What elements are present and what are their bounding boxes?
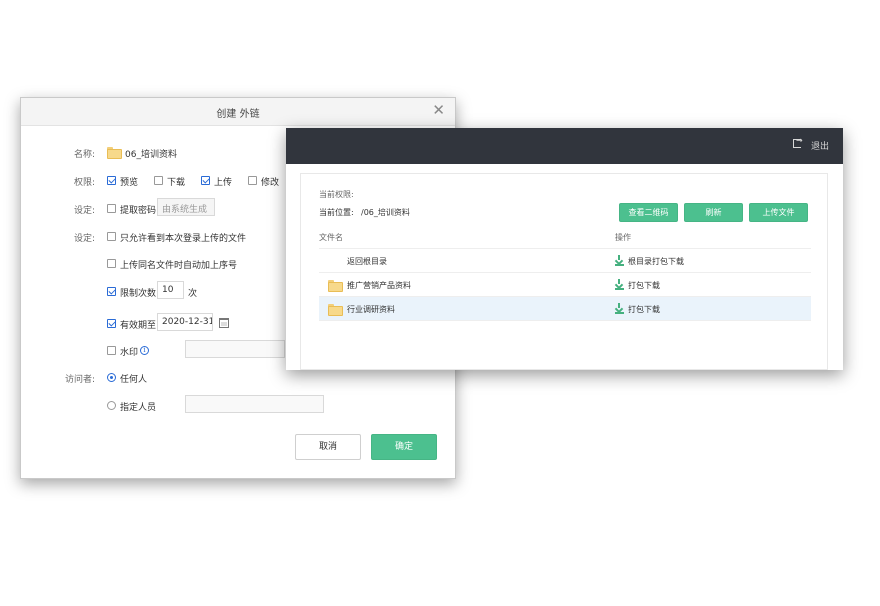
folder-icon (107, 147, 122, 159)
cancel-button[interactable]: 取消 (295, 434, 361, 460)
setting-label-password: 设定: (73, 206, 95, 216)
confirm-button[interactable]: 确定 (371, 434, 437, 460)
table-header: 文件名 操作 (319, 227, 811, 249)
visitor-specific-label: 指定人员 (120, 403, 157, 413)
permission-label: 权限: (73, 178, 95, 188)
table-row[interactable]: 行业调研资料 打包下载 (319, 297, 811, 321)
row-name[interactable]: 推广营销产品资料 (347, 280, 411, 291)
permission-download-label: 下载 (167, 178, 186, 188)
visitor-label: 访问者: (64, 375, 95, 385)
permission-upload-label: 上传 (214, 178, 233, 188)
auto-sequence-label: 上传同名文件时自动加上序号 (120, 261, 238, 271)
file-panel: 当前权限: 当前位置: /06_培训资料 查看二维码 刷新 上传文件 文件名 操… (300, 173, 828, 370)
table-row[interactable]: 推广营销产品资料 打包下载 (319, 273, 811, 297)
auto-sequence-checkbox[interactable] (107, 259, 116, 268)
current-location-value: /06_培训资料 (361, 208, 410, 217)
visitor-specific-input[interactable] (185, 395, 324, 413)
limit-count-checkbox[interactable] (107, 287, 116, 296)
permission-preview-label: 预览 (120, 178, 139, 188)
logout-icon[interactable] (793, 136, 803, 148)
visitor-anyone-label: 任何人 (120, 375, 148, 385)
logout-link[interactable]: 退出 (811, 139, 829, 152)
download-icon[interactable] (615, 303, 624, 312)
limit-count-label: 限制次数 (120, 289, 157, 299)
view-qrcode-button[interactable]: 查看二维码 (619, 203, 678, 222)
download-icon-base (615, 312, 624, 314)
watermark-checkbox[interactable] (107, 346, 116, 355)
permission-download-checkbox[interactable] (154, 176, 163, 185)
permission-upload-checkbox[interactable] (201, 176, 210, 185)
visitor-anyone-radio[interactable] (107, 373, 116, 382)
dialog-header: 创建 外链 ✕ (21, 98, 455, 126)
row-action[interactable]: 打包下载 (628, 304, 660, 315)
download-icon[interactable] (615, 279, 624, 288)
expiry-date-input[interactable]: 2020-12-31 (157, 313, 213, 331)
column-header-name: 文件名 (319, 233, 343, 242)
password-label: 提取密码 (120, 206, 157, 216)
calendar-icon[interactable] (219, 318, 229, 328)
name-label: 名称: (73, 150, 95, 160)
upload-file-button[interactable]: 上传文件 (749, 203, 808, 222)
only-own-uploads-label: 只允许看到本次登录上传的文件 (120, 234, 247, 244)
password-checkbox[interactable] (107, 204, 116, 213)
watermark-label: 水印 (120, 348, 139, 358)
permission-modify-label: 修改 (261, 178, 280, 188)
download-icon-base (615, 264, 624, 266)
name-value: 06_培训资料 (125, 150, 177, 160)
download-icon-base (615, 288, 624, 290)
top-bar: 退出 (286, 128, 843, 164)
row-action[interactable]: 打包下载 (628, 280, 660, 291)
row-name[interactable]: 返回根目录 (347, 256, 387, 267)
current-location-label: 当前位置: (319, 208, 354, 217)
column-header-action: 操作 (615, 233, 631, 242)
limit-count-input[interactable]: 10 (157, 281, 184, 299)
info-icon[interactable]: i (140, 346, 149, 355)
watermark-input[interactable] (185, 340, 285, 358)
limit-count-unit: 次 (188, 289, 198, 299)
permission-modify-checkbox[interactable] (248, 176, 257, 185)
folder-icon (328, 280, 343, 292)
dialog-title: 创建 外链 (216, 109, 260, 120)
expiry-checkbox[interactable] (107, 319, 116, 328)
file-browser-window: 退出 当前权限: 当前位置: /06_培训资料 查看二维码 刷新 上传文件 文件… (286, 128, 843, 370)
visitor-specific-radio[interactable] (107, 401, 116, 410)
row-name[interactable]: 行业调研资料 (347, 304, 395, 315)
permission-preview-checkbox[interactable] (107, 176, 116, 185)
close-icon[interactable]: ✕ (432, 102, 445, 118)
only-own-uploads-checkbox[interactable] (107, 232, 116, 241)
row-action[interactable]: 根目录打包下载 (628, 256, 684, 267)
refresh-button[interactable]: 刷新 (684, 203, 743, 222)
folder-icon (328, 304, 343, 316)
table-row[interactable]: 返回根目录 根目录打包下载 (319, 249, 811, 273)
expiry-label: 有效期至 (120, 321, 157, 331)
current-permission-label: 当前权限: (319, 190, 354, 199)
password-input[interactable]: 由系统生成 (157, 198, 215, 216)
setting-label-options: 设定: (73, 234, 95, 244)
download-icon[interactable] (615, 255, 624, 264)
